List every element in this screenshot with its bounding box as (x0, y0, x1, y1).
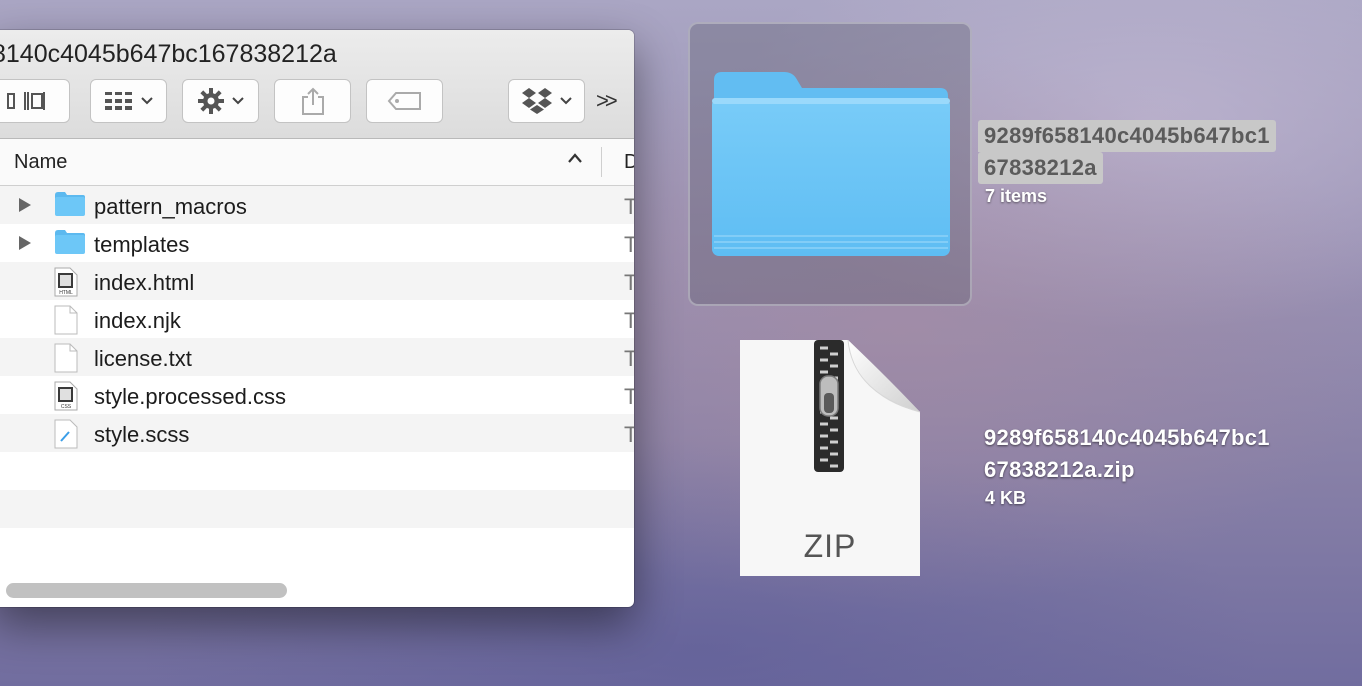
empty-row (0, 452, 634, 490)
file-row[interactable]: pattern_macros T (0, 186, 634, 224)
zip-badge-text: ZIP (803, 528, 857, 564)
file-name: license.txt (94, 346, 192, 371)
column-divider[interactable] (601, 147, 602, 177)
toolbar-overflow-chevron[interactable]: >> (596, 88, 618, 114)
css-file-icon: CSS (54, 381, 78, 416)
column-header-date[interactable]: D (624, 151, 634, 174)
file-name: index.html (94, 270, 195, 295)
file-date: T (624, 270, 634, 295)
toolbar: 8140c4045b647bc167838212a >> (0, 30, 634, 139)
horizontal-scrollbar-thumb[interactable] (6, 583, 287, 598)
folder-icon (54, 229, 86, 260)
blank-file-icon (54, 343, 78, 378)
file-name: pattern_macros (94, 194, 247, 219)
file-date: T (624, 194, 634, 219)
arrange-button[interactable] (90, 79, 167, 123)
file-name: style.processed.css (94, 384, 286, 409)
file-list: pattern_macros Ttemplates T HTML index.html T… (0, 186, 634, 566)
share-button[interactable] (274, 79, 351, 123)
empty-row (0, 490, 634, 528)
file-date: T (624, 346, 634, 371)
tag-button[interactable] (366, 79, 443, 123)
file-row[interactable]: license.txt T (0, 338, 634, 376)
file-date: T (624, 384, 634, 409)
window-title: 8140c4045b647bc167838212a (0, 40, 337, 68)
chevron-down-icon (231, 97, 244, 105)
column-header-name[interactable]: Name (14, 151, 67, 174)
desktop-folder-icon[interactable] (710, 70, 950, 260)
desktop-folder-name-line1: 9289f658140c4045b647bc1 (978, 120, 1276, 152)
desktop-zip-name-line2: 67838212a.zip (984, 457, 1135, 482)
file-row[interactable]: HTML index.html T (0, 262, 634, 300)
gear-icon (197, 88, 224, 114)
list-header: Name D (0, 139, 634, 186)
blank-file-icon (54, 305, 78, 340)
grid-icon (104, 92, 132, 110)
desktop-folder-label[interactable]: 9289f658140c4045b647bc1 67838212a 7 item… (978, 120, 1348, 207)
disclosure-triangle-icon[interactable] (18, 197, 32, 213)
folder-icon (54, 191, 86, 222)
desktop-folder-item-count: 7 items (985, 186, 1048, 206)
svg-text:HTML: HTML (59, 290, 73, 296)
columns-view-icon[interactable] (6, 90, 46, 112)
file-row[interactable]: templates T (0, 224, 634, 262)
file-row[interactable]: style.scss T (0, 414, 634, 452)
view-mode-buttons[interactable] (0, 79, 70, 123)
desktop-zip-name-line1: 9289f658140c4045b647bc1 (984, 425, 1270, 450)
chevron-down-icon (140, 97, 153, 105)
file-row[interactable]: CSS style.processed.css T (0, 376, 634, 414)
tag-icon (387, 92, 421, 110)
file-name: style.scss (94, 422, 190, 447)
scss-file-icon (54, 419, 78, 454)
file-row[interactable]: index.njk T (0, 300, 634, 338)
file-date: T (624, 232, 634, 257)
chevron-down-icon (559, 97, 572, 105)
dropbox-icon (521, 88, 552, 114)
file-date: T (624, 422, 634, 447)
html-file-icon: HTML (54, 267, 78, 302)
file-date: T (624, 308, 634, 333)
desktop-zip-size: 4 KB (985, 488, 1027, 508)
desktop-zip-label[interactable]: 9289f658140c4045b647bc1 67838212a.zip 4 … (978, 422, 1348, 509)
disclosure-triangle-icon[interactable] (18, 235, 32, 251)
file-name: templates (94, 232, 190, 257)
finder-window[interactable]: 8140c4045b647bc167838212a >> Name D patt… (0, 30, 634, 607)
svg-text:CSS: CSS (61, 404, 72, 410)
action-button[interactable] (182, 79, 259, 123)
dropbox-button[interactable] (508, 79, 585, 123)
share-icon (301, 87, 324, 115)
empty-row (0, 528, 634, 566)
file-name: index.njk (94, 308, 181, 333)
desktop-folder-name-line2: 67838212a (978, 152, 1103, 184)
sort-ascending-icon[interactable] (566, 151, 584, 165)
